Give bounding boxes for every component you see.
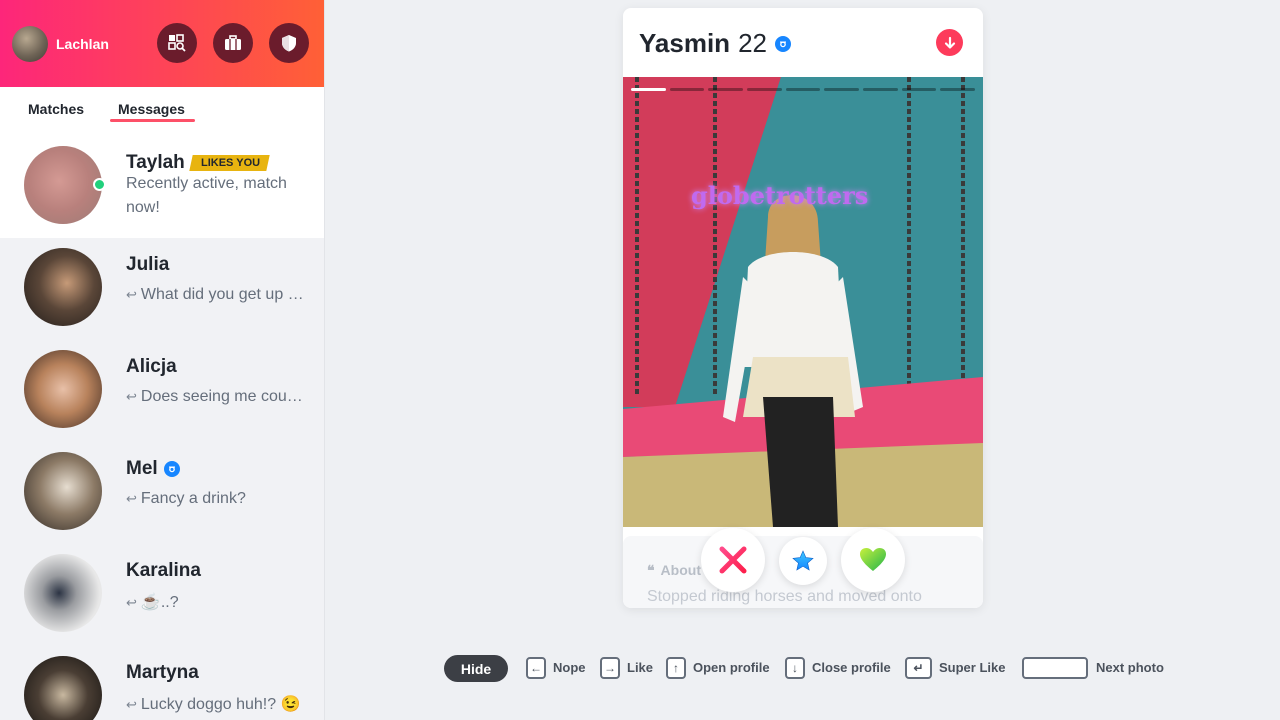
collapse-profile-button[interactable] — [936, 29, 963, 56]
conversation-name-row: Julia — [126, 254, 169, 276]
online-indicator — [93, 178, 106, 191]
conversation-name-row: Mel — [126, 458, 180, 480]
heart-icon — [860, 548, 886, 571]
profile-card[interactable]: Yasmin 22 globetrotters ❝ About Stopped … — [623, 8, 983, 608]
left-arrow-key-icon: ← — [526, 657, 546, 679]
reply-icon: ↩ — [126, 389, 137, 404]
explore-button[interactable] — [157, 23, 197, 63]
photo-progress-segment[interactable] — [940, 88, 976, 91]
about-title: ❝ About — [647, 562, 701, 579]
conversation-item[interactable]: Alicja ↩ Does seeing me cou… — [0, 340, 324, 442]
avatar — [24, 350, 102, 428]
nope-button[interactable] — [701, 528, 765, 592]
shortcut-next-photo-label: Next photo — [1096, 660, 1164, 675]
verified-icon — [774, 35, 791, 52]
photo-progress-segment[interactable] — [824, 88, 860, 91]
conversation-preview: ↩ Does seeing me cou… — [126, 388, 303, 405]
conversation-name-row: Taylah LIKES YOU — [126, 152, 270, 174]
conversation-name-row: Alicja — [126, 356, 177, 378]
right-arrow-key-icon: → — [600, 657, 620, 679]
photo-progress-segment[interactable] — [785, 88, 821, 91]
avatar — [24, 656, 102, 720]
up-arrow-key-icon: ↑ — [666, 657, 686, 679]
grid-search-icon — [168, 34, 186, 52]
photo-progress-segment[interactable] — [669, 88, 705, 91]
hide-shortcuts-button[interactable]: Hide — [444, 655, 508, 682]
active-tab-indicator — [110, 119, 195, 122]
conversation-preview: ↩ What did you get up … — [126, 286, 304, 303]
like-button[interactable] — [841, 528, 905, 592]
avatar — [24, 554, 102, 632]
conversation-preview: ↩ ☕..? — [126, 594, 179, 611]
reply-icon: ↩ — [126, 697, 137, 712]
conversation-name: Alicja — [126, 356, 177, 377]
arrow-down-icon — [944, 36, 955, 49]
shortcut-nope-label: Nope — [553, 660, 586, 675]
verified-icon — [163, 461, 180, 477]
conversation-name: Taylah — [126, 152, 185, 173]
photo-sign-text: globetrotters — [691, 181, 869, 210]
conversation-item[interactable]: Karalina ↩ ☕..? — [0, 544, 324, 646]
profile-photo[interactable]: globetrotters — [623, 77, 983, 527]
shortcut-like-label: Like — [627, 660, 654, 675]
avatar — [24, 452, 102, 530]
likes-you-badge: LIKES YOU — [189, 155, 270, 171]
conversation-item[interactable]: Taylah LIKES YOU Recently active, match … — [0, 136, 324, 238]
shortcut-open-profile-label: Open profile — [693, 660, 770, 675]
photo-progress — [631, 88, 976, 92]
photo-progress-segment[interactable] — [863, 88, 898, 91]
avatar — [24, 248, 102, 326]
profile-card-header: Yasmin 22 — [623, 8, 983, 77]
conversation-name: Mel — [126, 458, 158, 479]
down-arrow-key-icon: ↓ — [785, 657, 805, 679]
shortcut-super-like-label: Super Like — [939, 660, 1006, 675]
star-icon — [792, 550, 814, 571]
tab-messages[interactable]: Messages — [118, 101, 185, 117]
sidebar-tabs: Matches Messages — [0, 87, 324, 136]
conversation-name: Karalina — [126, 560, 201, 581]
profile-name: Yasmin — [639, 28, 731, 58]
nope-icon — [719, 546, 747, 574]
conversation-name-row: Martyna — [126, 662, 199, 684]
conversation-item[interactable]: Julia ↩ What did you get up … — [0, 238, 324, 340]
conversation-preview: ↩ Lucky doggo huh!? 😉 — [126, 696, 301, 713]
conversation-name-row: Karalina — [126, 560, 201, 582]
super-like-button[interactable] — [779, 537, 827, 585]
sidebar: Lachlan Matches Messages Taylah LIKES YO… — [0, 0, 325, 720]
reply-icon: ↩ — [126, 595, 137, 610]
profile-photo-image — [623, 77, 983, 527]
shield-icon — [282, 35, 296, 52]
conversation-item[interactable]: Martyna ↩ Lucky doggo huh!? 😉 — [0, 646, 324, 720]
sidebar-header: Lachlan — [0, 0, 324, 87]
user-name[interactable]: Lachlan — [56, 36, 109, 52]
work-button[interactable] — [213, 23, 253, 63]
tab-matches[interactable]: Matches — [28, 101, 84, 117]
space-key-icon — [1022, 657, 1088, 679]
profile-age: 22 — [738, 28, 767, 58]
conversation-preview: ↩ Fancy a drink? — [126, 490, 246, 507]
conversation-name: Martyna — [126, 662, 199, 683]
photo-progress-segment[interactable] — [901, 88, 937, 91]
photo-progress-segment[interactable] — [631, 88, 666, 91]
conversation-preview: Recently active, match now! — [126, 175, 287, 216]
photo-progress-segment[interactable] — [708, 88, 744, 91]
photo-progress-segment[interactable] — [747, 88, 782, 91]
user-avatar[interactable] — [12, 26, 48, 62]
conversation-name: Julia — [126, 254, 170, 275]
conversation-item[interactable]: Mel ↩ Fancy a drink? — [0, 442, 324, 544]
reply-icon: ↩ — [126, 491, 137, 506]
reply-icon: ↩ — [126, 287, 137, 302]
briefcase-icon — [225, 35, 241, 50]
enter-key-icon: ↵ — [905, 657, 932, 679]
avatar — [24, 146, 102, 224]
shortcut-close-profile-label: Close profile — [812, 660, 891, 675]
profile-name-row: Yasmin 22 — [639, 28, 791, 59]
safety-button[interactable] — [269, 23, 309, 63]
